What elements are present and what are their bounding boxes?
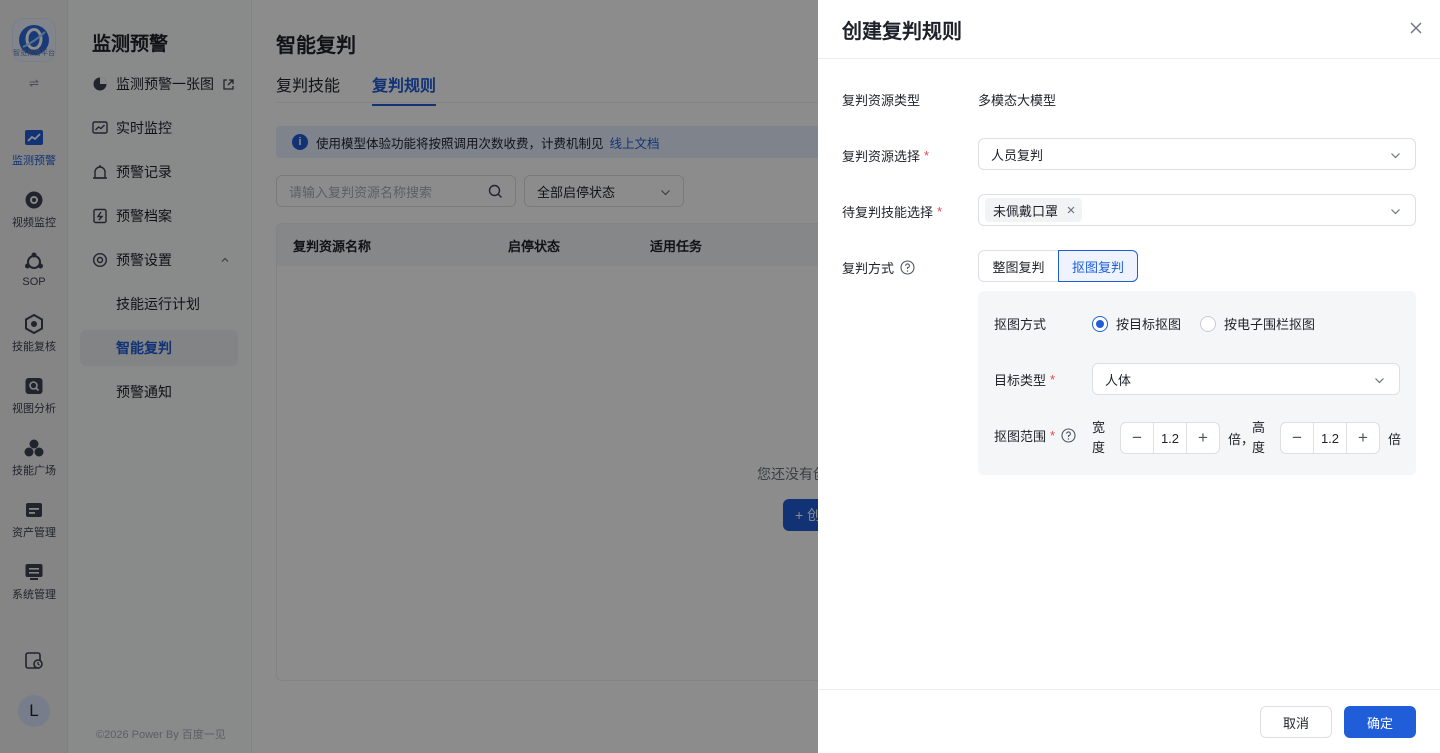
radio-by-target[interactable]: 按目标抠图 [1092,314,1181,333]
crop-mode-label: 抠图方式 [994,317,1047,332]
height-label: 高度 [1252,420,1266,455]
help-icon[interactable] [1061,428,1076,443]
width-unit: 倍， [1228,432,1255,447]
target-type-select[interactable]: 人体 [1092,363,1400,395]
close-icon[interactable] [1408,20,1424,36]
required-mark: * [924,148,930,163]
modal-overlay[interactable] [0,0,818,753]
review-method-segmented: 整图复判 抠图复判 [978,250,1138,282]
target-type-value: 人体 [1105,372,1132,388]
width-decrement-button[interactable]: − [1121,423,1153,453]
help-icon[interactable] [900,260,915,275]
height-decrement-button[interactable]: − [1281,423,1313,453]
resource-type-value: 多模态大模型 [978,93,1057,108]
crop-settings-panel: 抠图方式 按目标抠图 按电子围栏抠图 目标类型 * 人体 抠图范围 * 宽度 − 1… [978,291,1416,475]
label-text: 抠图范围 [994,429,1047,444]
chevron-down-icon [1375,378,1384,384]
skill-multiselect[interactable]: 未佩戴口罩 [978,194,1416,226]
radio-label: 按电子围栏抠图 [1224,317,1316,332]
crop-range-label: 抠图范围 * [994,426,1076,445]
resource-type-label: 复判资源类型 [842,90,920,109]
label-text: 待复判技能选择 [842,205,934,220]
tag-label: 未佩戴口罩 [993,203,1059,219]
drawer-title: 创建复判规则 [842,21,962,43]
skill-select-label: 待复判技能选择 * [842,202,942,221]
radio-dot [1200,315,1216,332]
radio-by-fence[interactable]: 按电子围栏抠图 [1200,314,1315,333]
width-value[interactable]: 1.2 [1153,423,1187,453]
selected-skill-tag: 未佩戴口罩 [985,198,1083,222]
full-image-review-option[interactable]: 整图复判 [978,250,1058,282]
tag-close-icon[interactable] [1066,205,1076,215]
width-stepper[interactable]: − 1.2 + [1120,422,1220,454]
resource-select-label: 复判资源选择 * [842,146,929,165]
height-increment-button[interactable]: + [1347,423,1379,453]
label-text: 复判资源选择 [842,149,921,164]
required-mark: * [1050,428,1056,443]
radio-label: 按目标抠图 [1116,317,1182,332]
label-text: 目标类型 [994,373,1047,388]
review-method-label: 复判方式 [842,258,915,277]
width-label: 宽度 [1092,420,1106,455]
width-increment-button[interactable]: + [1187,423,1219,453]
required-mark: * [1050,372,1056,387]
drawer-footer-divider [818,689,1440,690]
label-text: 复判方式 [842,261,895,276]
required-mark: * [937,204,943,219]
radio-dot-checked [1092,315,1108,332]
cancel-button[interactable]: 取消 [1260,706,1332,738]
create-rule-drawer: 创建复判规则 复判资源类型 多模态大模型 复判资源选择 * 人员复判 待复判技能选… [818,0,1440,753]
confirm-button[interactable]: 确定 [1344,706,1416,738]
chevron-down-icon [1391,209,1400,215]
resource-select-value: 人员复判 [991,147,1044,163]
height-stepper[interactable]: − 1.2 + [1280,422,1380,454]
chevron-down-icon [1391,153,1400,159]
crop-review-option[interactable]: 抠图复判 [1058,250,1138,282]
drawer-header-divider [818,58,1440,59]
target-type-label: 目标类型 * [994,370,1055,389]
label-text: 复判资源类型 [842,93,921,108]
height-value[interactable]: 1.2 [1313,423,1347,453]
height-unit: 倍 [1388,432,1402,447]
resource-select[interactable]: 人员复判 [978,138,1416,170]
